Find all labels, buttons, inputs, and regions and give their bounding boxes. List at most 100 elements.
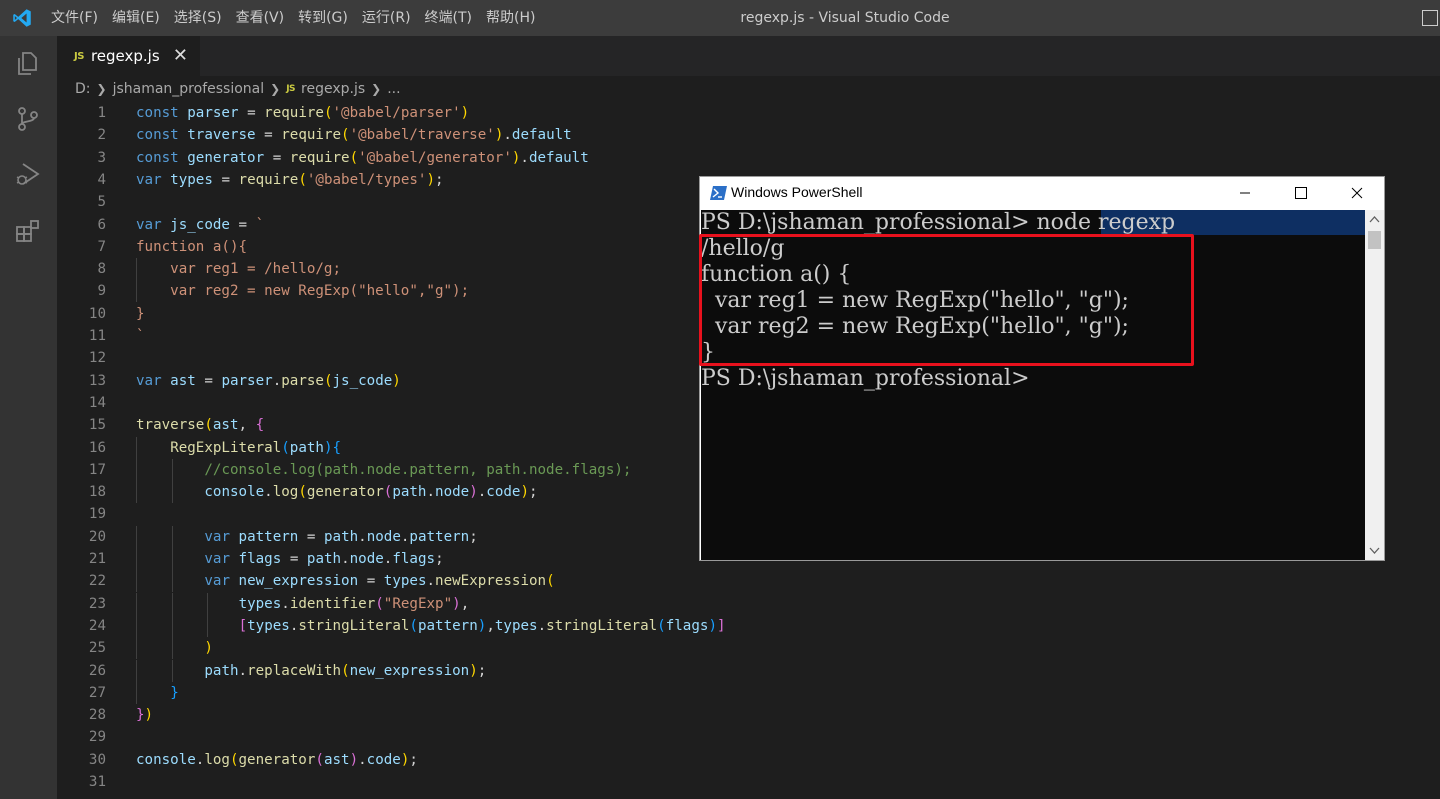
- maximize-icon: [1295, 186, 1307, 199]
- close-button[interactable]: [1329, 177, 1385, 208]
- breadcrumb-drive[interactable]: D:: [75, 81, 91, 97]
- code-text: ): [204, 640, 213, 657]
- line-number: 15: [88, 417, 106, 434]
- code-line[interactable]: 22 var new_expression = types.newExpress…: [57, 570, 1440, 593]
- minimize-button[interactable]: [1217, 177, 1273, 208]
- code-text: path.replaceWith(new_expression);: [204, 662, 487, 679]
- code-line[interactable]: 28}): [57, 704, 1440, 726]
- code-text: var js_code = `: [136, 216, 265, 233]
- code-text: var pattern = path.node.pattern;: [204, 528, 478, 545]
- minimize-icon: [1240, 192, 1250, 193]
- line-number: 14: [88, 394, 106, 411]
- tab-bar: JS regexp.js ✕: [57, 36, 1440, 76]
- code-line[interactable]: 2 const traverse = require('@babel/traver…: [57, 124, 1440, 146]
- code-line[interactable]: 1 const parser = require('@babel/parser'): [57, 102, 1440, 124]
- activity-bar: [0, 36, 57, 799]
- breadcrumb: D: ❯ jshaman_professional ❯ JS regexp.js…: [57, 76, 1440, 102]
- line-number: 18: [88, 484, 106, 501]
- code-text: }: [170, 684, 179, 701]
- scroll-down-icon[interactable]: [1369, 547, 1380, 555]
- code-line[interactable]: 23 types.identifier("RegExp"),: [57, 592, 1440, 615]
- code-text: var types = require('@babel/types');: [136, 171, 444, 188]
- menu-selection[interactable]: 选择(S): [167, 0, 229, 36]
- line-number: 29: [88, 729, 106, 746]
- run-debug-icon[interactable]: [14, 160, 42, 188]
- chevron-right-icon: ❯: [270, 82, 281, 96]
- line-number: 22: [88, 573, 106, 590]
- breadcrumb-file[interactable]: regexp.js: [301, 81, 365, 97]
- code-line[interactable]: 3 const generator = require('@babel/gener…: [57, 147, 1440, 169]
- code-line[interactable]: 26 path.replaceWith(new_expression);: [57, 659, 1440, 682]
- code-text: function a(){: [136, 238, 248, 255]
- scroll-up-icon[interactable]: [1369, 215, 1380, 223]
- console-line-command: PS D:\jshaman_professional> node regexp: [701, 210, 1176, 235]
- line-number: 28: [88, 707, 106, 724]
- line-number: 10: [88, 305, 106, 322]
- code-text: types.identifier("RegExp"),: [238, 595, 470, 612]
- menu-view[interactable]: 查看(V): [229, 0, 292, 36]
- console-scrollbar[interactable]: [1365, 210, 1384, 560]
- code-text: `: [136, 328, 145, 344]
- menu-help[interactable]: 帮助(H): [479, 0, 542, 36]
- code-text: }: [136, 305, 145, 322]
- menu-go[interactable]: 转到(G): [291, 0, 355, 36]
- extensions-icon[interactable]: [14, 217, 42, 245]
- scrollbar-thumb[interactable]: [1368, 231, 1381, 249]
- console-final-prompt: PS D:\jshaman_professional>: [701, 366, 1030, 391]
- close-icon: [1351, 187, 1363, 198]
- menu-bar: 文件(F) 编辑(E) 选择(S) 查看(V) 转到(G) 运行(R) 终端(T…: [44, 0, 542, 36]
- chevron-right-icon: ❯: [371, 82, 382, 96]
- vscode-logo-icon: [13, 9, 31, 27]
- line-number: 19: [88, 506, 106, 523]
- menu-edit[interactable]: 编辑(E): [105, 0, 167, 36]
- breadcrumb-more[interactable]: ...: [387, 81, 400, 97]
- code-line[interactable]: 25 ): [57, 637, 1440, 660]
- line-number: 23: [88, 595, 106, 612]
- code-line[interactable]: 29: [57, 726, 1440, 748]
- code-line[interactable]: 24 [types.stringLiteral(pattern),types.s…: [57, 614, 1440, 637]
- code-text: var ast = parser.parse(js_code): [136, 372, 401, 389]
- chevron-right-icon: ❯: [96, 82, 107, 96]
- maximize-button[interactable]: [1273, 177, 1329, 208]
- line-number: 20: [88, 528, 106, 545]
- menu-terminal[interactable]: 终端(T): [418, 0, 479, 36]
- js-file-icon: JS: [74, 50, 84, 62]
- source-control-icon[interactable]: [14, 105, 42, 133]
- line-number: 13: [88, 372, 106, 389]
- line-number: 12: [88, 350, 106, 367]
- line-number: 26: [88, 662, 106, 679]
- code-line[interactable]: 30 console.log(generator(ast).code);: [57, 749, 1440, 771]
- code-line[interactable]: 27 }: [57, 681, 1440, 704]
- tab-close-icon[interactable]: ✕: [173, 45, 188, 66]
- js-file-icon: JS: [286, 84, 296, 94]
- line-number: 17: [88, 461, 106, 478]
- powershell-icon: [710, 186, 727, 200]
- breadcrumb-folder[interactable]: jshaman_professional: [113, 81, 265, 97]
- line-number: 5: [97, 194, 106, 211]
- powershell-title-bar[interactable]: Windows PowerShell: [700, 177, 1384, 210]
- code-text: const generator = require('@babel/genera…: [136, 149, 589, 166]
- code-text: [types.stringLiteral(pattern),types.stri…: [238, 617, 726, 634]
- line-number: 9: [97, 283, 106, 300]
- layout-toggle-icon[interactable]: [1422, 10, 1438, 26]
- menu-run[interactable]: 运行(R): [355, 0, 418, 36]
- line-number: 27: [88, 684, 106, 701]
- line-number: 2: [97, 127, 106, 144]
- line-number: 21: [88, 551, 106, 567]
- explorer-icon[interactable]: [14, 49, 42, 77]
- line-number: 30: [88, 751, 106, 768]
- line-number: 6: [97, 216, 106, 233]
- line-number: 1: [97, 105, 106, 121]
- code-text: //console.log(path.node.pattern, path.no…: [204, 461, 632, 478]
- code-text: var new_expression = types.newExpression…: [204, 573, 555, 590]
- line-number: 31: [88, 774, 106, 790]
- code-line[interactable]: 31: [57, 771, 1440, 793]
- code-text: const traverse = require('@babel/travers…: [136, 127, 572, 144]
- menu-file[interactable]: 文件(F): [44, 0, 105, 36]
- code-text: console.log(generator(ast).code);: [136, 751, 418, 768]
- tab-regexp-js[interactable]: JS regexp.js ✕: [57, 36, 200, 76]
- highlight-box: [699, 234, 1194, 366]
- code-text: var reg1 = /hello/g;: [136, 261, 341, 278]
- line-number: 8: [97, 261, 106, 278]
- powershell-title: Windows PowerShell: [731, 184, 863, 200]
